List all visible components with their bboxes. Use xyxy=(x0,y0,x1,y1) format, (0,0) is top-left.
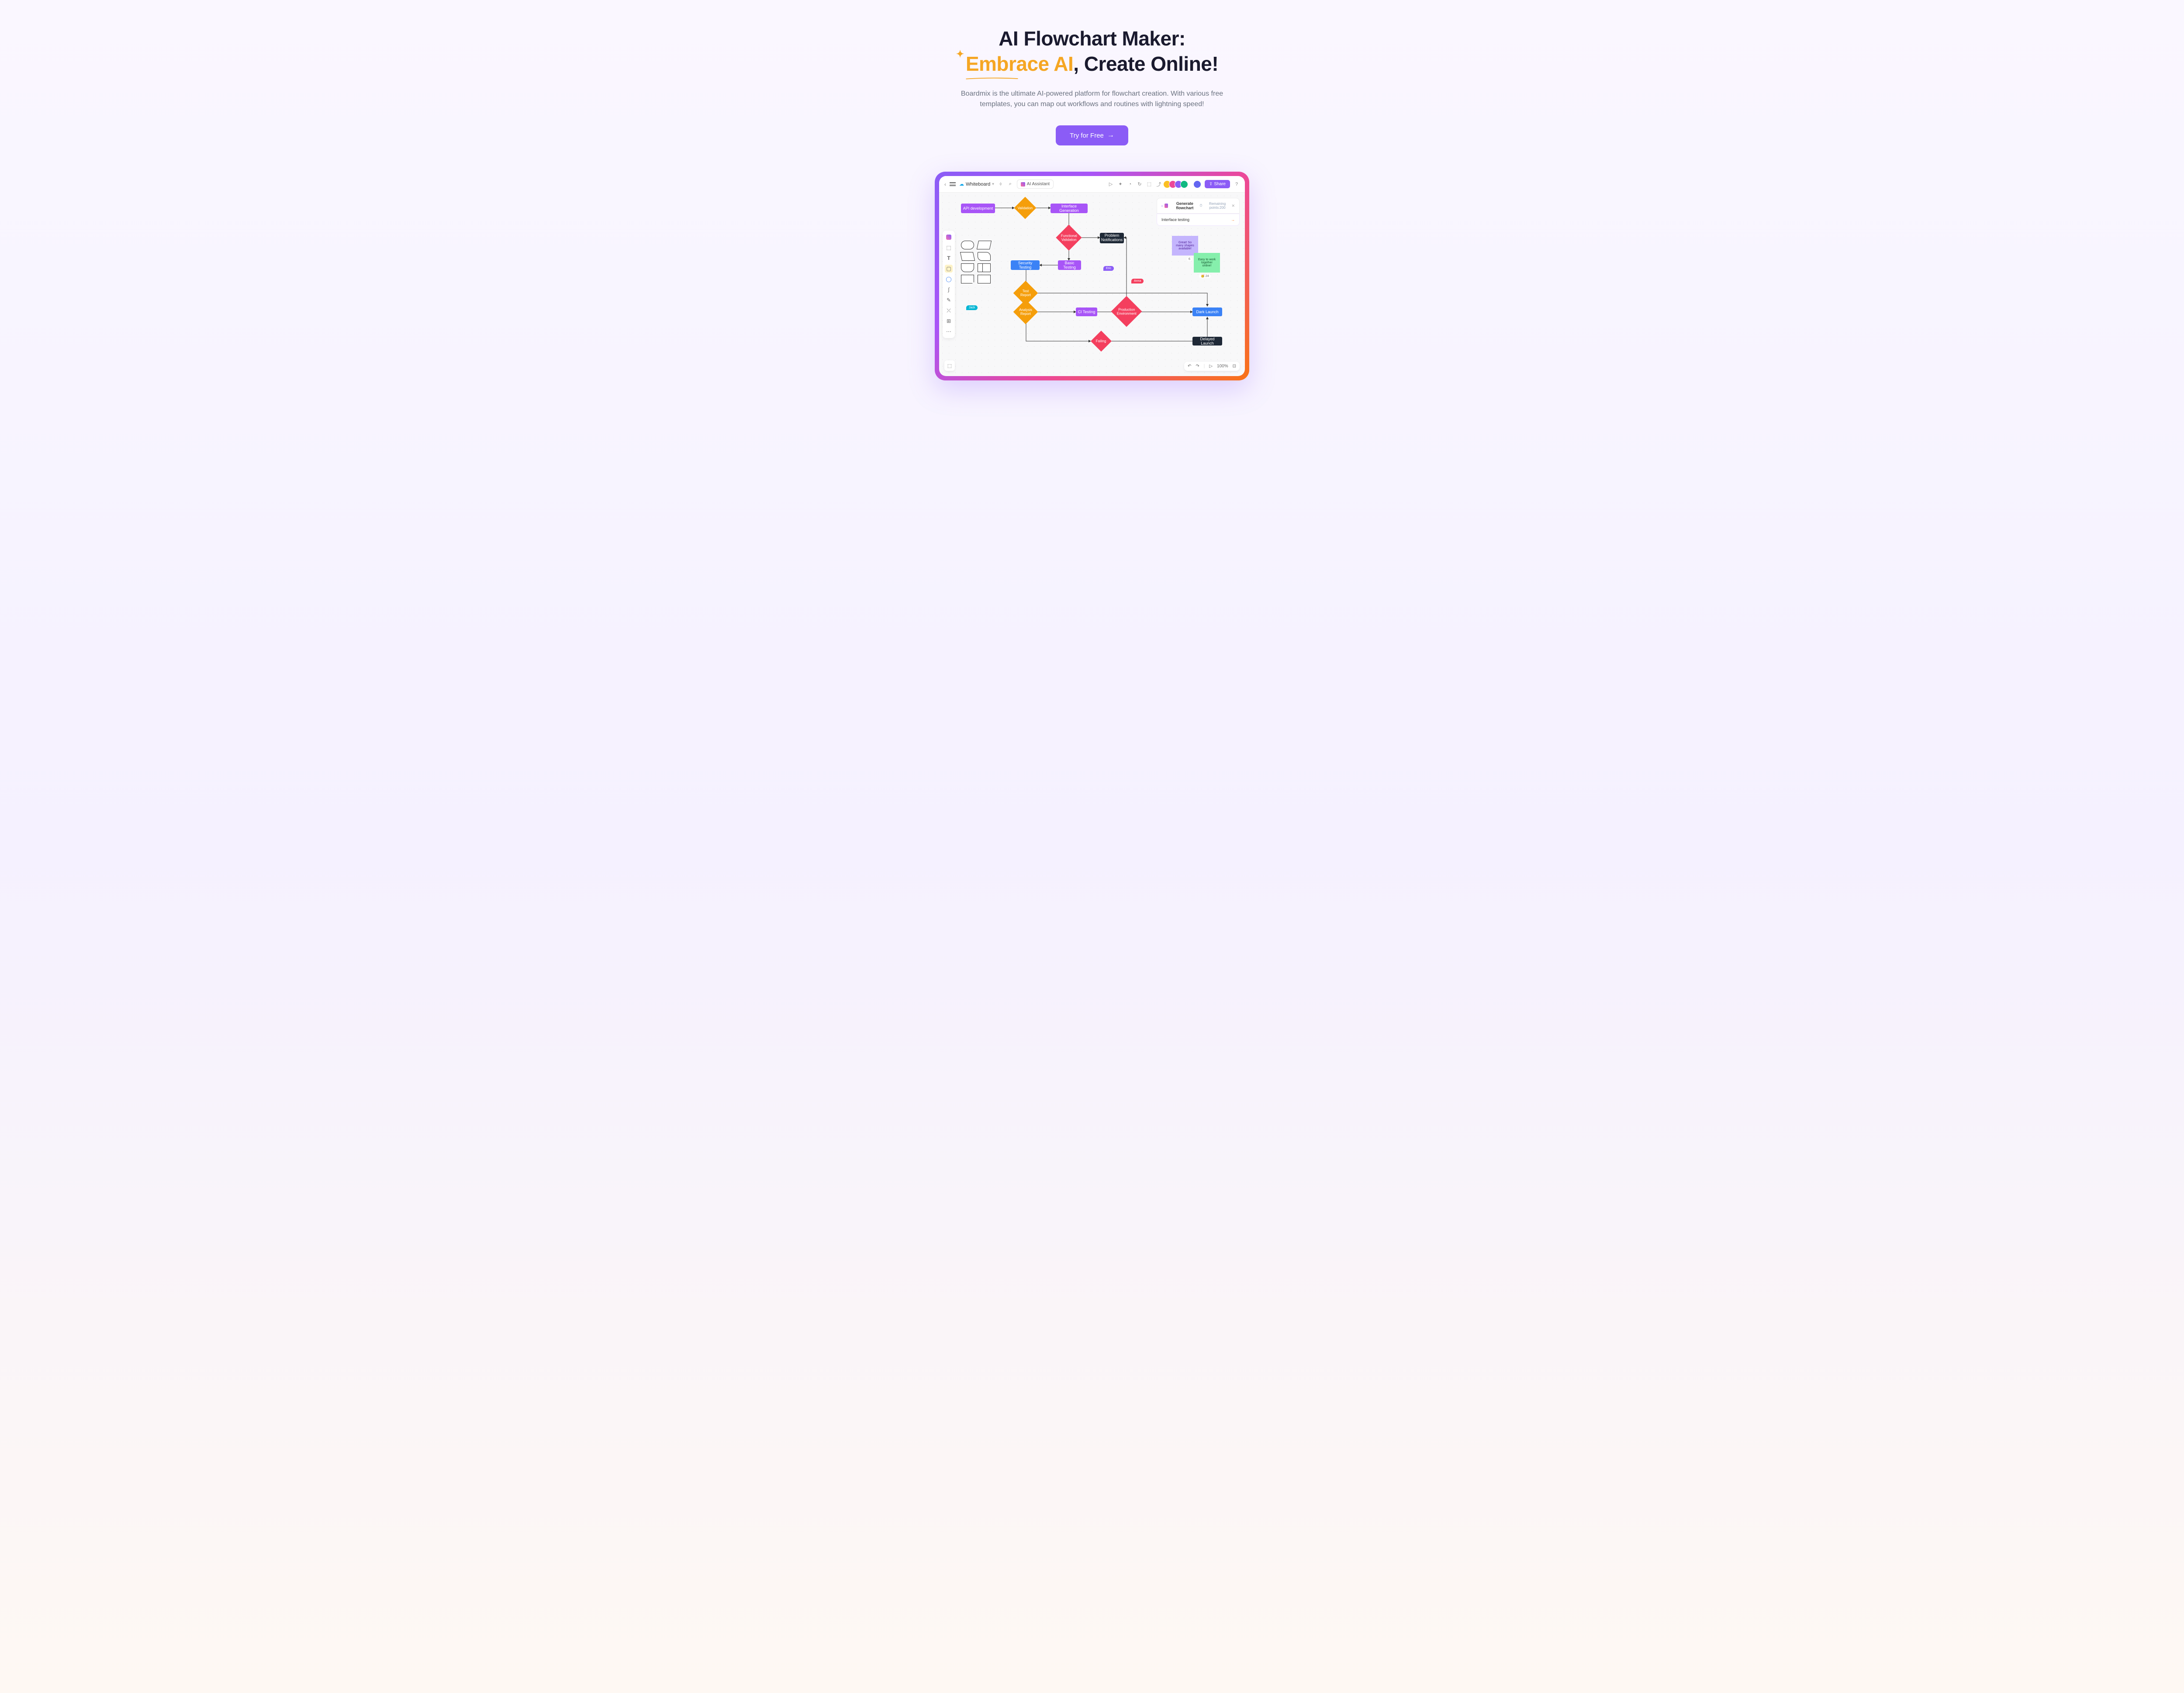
node-validation[interactable]: Validation xyxy=(1014,197,1037,219)
history-icon[interactable]: ↻ xyxy=(1137,181,1143,187)
ai-logo-icon xyxy=(1021,182,1025,187)
node-basic[interactable]: Basic Testing xyxy=(1058,260,1081,270)
ai-panel: ‹ Generate flowchart ⏱ Remaining points:… xyxy=(1157,198,1240,226)
submit-arrow-icon[interactable]: → xyxy=(1231,218,1235,222)
shape-cylinder[interactable] xyxy=(961,263,974,272)
canvas[interactable]: ⬚ T ▢ ◯ ∫ ✎ ⤫ ⊞ ⋯ xyxy=(939,193,1245,376)
node-interface-gen[interactable]: Interface Generation xyxy=(1051,204,1088,213)
shape-folder[interactable] xyxy=(978,275,991,283)
ai-input[interactable]: Interface testing → xyxy=(1157,214,1240,226)
cursor-jack: Jack xyxy=(966,305,978,310)
shape-wave[interactable] xyxy=(978,252,991,261)
line-tool-icon[interactable]: ∫ xyxy=(945,286,953,294)
tag-icon[interactable]: ⬨ xyxy=(998,181,1004,187)
bottom-toolbar: ↶ ↷ | ▷ 100% ⊡ xyxy=(1184,362,1240,371)
try-free-button[interactable]: Try for Free → xyxy=(1056,125,1128,145)
more-tools-icon[interactable]: ⋯ xyxy=(945,328,953,335)
sticky-note-2[interactable]: Easy to work together online! xyxy=(1194,253,1220,273)
help-icon[interactable]: ? xyxy=(1234,181,1240,187)
zoom-level[interactable]: 100% xyxy=(1217,364,1228,369)
sticky-count-1: 6 xyxy=(1187,257,1192,261)
comment-icon[interactable]: ◔ xyxy=(1127,181,1133,187)
node-functional[interactable]: Functional Validation xyxy=(1056,225,1082,250)
cloud-icon: ☁ xyxy=(959,181,964,187)
cursor-tool-icon[interactable] xyxy=(945,233,953,241)
text-tool-icon[interactable]: T xyxy=(945,254,953,262)
node-api[interactable]: API development xyxy=(961,204,995,213)
shape-doc[interactable] xyxy=(961,275,974,283)
undo-icon[interactable]: ↶ xyxy=(1188,364,1191,369)
shape-rounded[interactable] xyxy=(961,241,974,249)
app-preview-frame: ‹ ☁ Whiteboard ▾ ⬨ ⌕ AI Assistant ▷ xyxy=(935,172,1249,380)
node-production[interactable]: Production Environment xyxy=(1111,296,1142,327)
underline-icon xyxy=(966,77,1018,80)
node-ci[interactable]: CI Testing xyxy=(1076,308,1097,316)
close-icon[interactable]: ✕ xyxy=(1231,204,1235,208)
back-icon[interactable]: ‹ xyxy=(944,181,946,187)
layers-icon[interactable]: ⬚ xyxy=(944,360,955,371)
collaborator-avatars[interactable] xyxy=(1165,180,1188,188)
pointer-icon[interactable]: ▷ xyxy=(1209,364,1213,369)
shape-parallelogram[interactable] xyxy=(977,241,992,249)
connector-tool-icon[interactable]: ⤫ xyxy=(945,307,953,314)
shape-tool-icon[interactable]: ◯ xyxy=(945,275,953,283)
pen-tool-icon[interactable]: ✎ xyxy=(945,296,953,304)
menu-icon[interactable] xyxy=(950,182,956,186)
shape-table[interactable] xyxy=(978,263,991,272)
node-delayed[interactable]: Delayed Launch xyxy=(1192,337,1222,346)
app-topbar: ‹ ☁ Whiteboard ▾ ⬨ ⌕ AI Assistant ▷ xyxy=(939,176,1245,193)
search-icon[interactable]: ⌕ xyxy=(1007,181,1013,187)
hero-subtitle: Boardmix is the ultimate AI-powered plat… xyxy=(952,89,1232,110)
node-dark-launch[interactable]: Dark Launch xyxy=(1192,308,1222,316)
cursor-eric: Eric xyxy=(1103,266,1114,271)
node-problem[interactable]: Problem Notifications xyxy=(1100,233,1124,243)
play-icon[interactable]: ▷ xyxy=(1108,181,1114,187)
whiteboard-label[interactable]: ☁ Whiteboard ▾ xyxy=(959,181,994,187)
component-tool-icon[interactable]: ⊞ xyxy=(945,317,953,325)
share-icon: ⇪ xyxy=(1209,182,1213,187)
sparkle-icon: ✦ xyxy=(956,48,964,60)
fit-icon[interactable]: ⊡ xyxy=(1233,364,1236,369)
sparkle-tool-icon[interactable]: ✦ xyxy=(1117,181,1123,187)
ai-panel-logo-icon xyxy=(1165,204,1168,208)
node-security[interactable]: Security Testing xyxy=(1011,260,1040,270)
user-avatar[interactable] xyxy=(1193,180,1201,188)
export-icon[interactable]: ⤴ xyxy=(1156,181,1162,187)
frame-tool-icon[interactable]: ⬚ xyxy=(945,244,953,252)
node-failing[interactable]: Failing xyxy=(1091,331,1112,352)
shape-parallelogram2[interactable] xyxy=(960,252,975,261)
sticky-tool-icon[interactable]: ▢ xyxy=(945,265,953,273)
library-icon[interactable]: ⬚ xyxy=(1146,181,1152,187)
hero-title: AI Flowchart Maker: ✦ Embrace AI , Creat… xyxy=(795,26,1389,76)
tool-sidebar: ⬚ T ▢ ◯ ∫ ✎ ⤫ ⊞ ⋯ xyxy=(943,231,955,338)
sticky-count-2: 🥳 24 xyxy=(1199,274,1211,278)
back-chevron-icon[interactable]: ‹ xyxy=(1161,204,1163,208)
ai-panel-title: Generate flowchart xyxy=(1170,201,1199,210)
ai-points: ⏱ Remaining points:200 xyxy=(1199,202,1231,210)
cursor-anna: Anna xyxy=(1131,279,1144,283)
share-button[interactable]: ⇪Share xyxy=(1205,180,1230,188)
redo-icon[interactable]: ↷ xyxy=(1196,364,1199,369)
ai-assistant-button[interactable]: AI Assistant xyxy=(1017,180,1054,189)
arrow-right-icon: → xyxy=(1107,131,1114,139)
shape-palette xyxy=(961,241,992,283)
node-analysis[interactable]: Analysis Report xyxy=(1013,300,1038,325)
